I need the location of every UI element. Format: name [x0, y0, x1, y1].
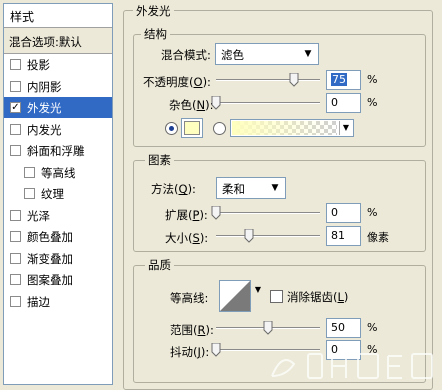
opacity-value: 75 — [331, 73, 347, 86]
style-item-label: 图案叠加 — [27, 273, 73, 287]
style-item-label: 内发光 — [27, 122, 62, 137]
blending-options-item[interactable]: 混合选项:默认 — [4, 28, 112, 54]
chevron-down-icon[interactable]: ▼ — [339, 121, 352, 135]
technique-select[interactable]: 柔和 ▼ — [216, 177, 286, 199]
noise-unit: % — [367, 96, 378, 109]
style-item[interactable]: 斜面和浮雕 — [4, 140, 112, 161]
size-slider[interactable] — [216, 235, 320, 237]
jitter-label: 抖动(J): — [170, 345, 210, 359]
opacity-slider-thumb[interactable] — [289, 72, 299, 87]
style-item[interactable]: 光泽 — [4, 205, 112, 226]
chevron-down-icon: ▼ — [271, 183, 279, 193]
opacity-label: 不透明度(O): — [143, 75, 211, 89]
technique-label: 方法(Q): — [151, 182, 196, 196]
noise-slider[interactable] — [216, 102, 320, 104]
solid-color-radio[interactable] — [165, 122, 178, 135]
style-item-checkbox[interactable] — [10, 252, 21, 264]
structure-title: 结构 — [141, 26, 170, 42]
style-item-label: 渐变叠加 — [27, 251, 73, 266]
style-list-panel: 样式 混合选项:默认 投影内阴影 ✓ 外发光内发光斜面和浮雕等高线纹理光泽颜色叠加渐… — [3, 3, 113, 385]
opacity-input[interactable]: 75 — [326, 70, 361, 90]
style-item[interactable]: 纹理 — [4, 183, 112, 204]
quality-title: 品质 — [145, 257, 174, 273]
style-item-checkbox[interactable] — [10, 295, 21, 307]
style-item[interactable]: 渐变叠加 — [4, 248, 112, 269]
opacity-slider[interactable] — [216, 79, 320, 81]
gradient-preview — [232, 121, 337, 135]
opacity-unit: % — [367, 73, 378, 86]
style-item-checkbox[interactable] — [10, 123, 21, 135]
style-item[interactable]: 图案叠加 — [4, 269, 112, 290]
watermark-logo — [271, 353, 433, 379]
style-item-checkbox[interactable] — [10, 209, 21, 221]
style-item-checkbox[interactable]: ✓ — [10, 102, 21, 113]
styles-header[interactable]: 样式 — [4, 4, 112, 28]
noise-slider-thumb[interactable] — [211, 95, 221, 110]
style-item-label: 描边 — [27, 294, 50, 309]
style-item-label: 外发光 — [27, 101, 62, 115]
size-unit: 像素 — [367, 231, 389, 244]
style-item[interactable]: 等高线 — [4, 162, 112, 183]
spread-label: 扩展(P): — [165, 208, 208, 222]
spread-slider[interactable] — [216, 212, 320, 214]
glow-color-swatch[interactable] — [181, 118, 203, 138]
noise-input[interactable]: 0 — [326, 93, 361, 113]
style-item[interactable]: 内阴影 — [4, 76, 112, 97]
style-item-checkbox[interactable] — [10, 59, 21, 70]
range-slider-thumb[interactable] — [263, 320, 273, 335]
style-item-checkbox[interactable] — [10, 80, 21, 92]
spread-input[interactable]: 0 — [326, 203, 361, 223]
anti-alias-label: 消除锯齿(L) — [287, 290, 349, 304]
style-item-label: 光泽 — [27, 208, 50, 223]
range-label: 范围(R): — [170, 323, 214, 337]
gradient-radio[interactable] — [213, 122, 226, 135]
style-item-checkbox[interactable] — [10, 231, 21, 242]
blend-mode-label: 混合模式: — [161, 48, 211, 62]
style-item-label: 投影 — [27, 58, 50, 72]
style-item[interactable]: 描边 — [4, 291, 112, 312]
style-item-checkbox[interactable] — [24, 166, 35, 178]
style-item[interactable]: 内发光 — [4, 119, 112, 140]
style-item-checkbox[interactable] — [10, 274, 21, 285]
contour-label: 等高线: — [170, 291, 209, 305]
blend-mode-select[interactable]: 滤色 ▼ — [215, 43, 319, 65]
style-item-label: 斜面和浮雕 — [27, 144, 85, 158]
glow-color-fill — [184, 121, 200, 135]
contour-picker[interactable] — [219, 280, 251, 312]
style-item-label: 纹理 — [41, 187, 64, 201]
size-label: 大小(S): — [165, 231, 209, 245]
contour-curve-icon — [220, 281, 250, 311]
size-slider-thumb[interactable] — [244, 228, 254, 243]
range-input[interactable]: 50 — [326, 318, 361, 338]
anti-alias-checkbox[interactable] — [270, 290, 283, 303]
spread-unit: % — [367, 206, 378, 219]
outer-glow-title: 外发光 — [133, 3, 174, 19]
blend-mode-value: 滤色 — [221, 48, 244, 62]
style-item-label: 颜色叠加 — [27, 230, 73, 244]
style-item-label: 内阴影 — [27, 79, 62, 94]
elements-title: 图素 — [145, 152, 174, 168]
technique-value: 柔和 — [222, 182, 245, 196]
size-input[interactable]: 81 — [326, 226, 361, 246]
range-unit: % — [367, 321, 378, 334]
style-item[interactable]: ✓ 外发光 — [4, 97, 112, 118]
style-item[interactable]: 投影 — [4, 54, 112, 75]
noise-label: 杂色(N): — [169, 98, 214, 112]
style-item-checkbox[interactable] — [24, 188, 35, 199]
jitter-slider-thumb[interactable] — [211, 342, 221, 357]
style-item-label: 等高线 — [41, 165, 76, 180]
style-item[interactable]: 颜色叠加 — [4, 226, 112, 247]
style-item-checkbox[interactable] — [10, 145, 21, 156]
spread-slider-thumb[interactable] — [211, 205, 221, 220]
gradient-picker[interactable]: ▼ — [230, 119, 354, 137]
contour-dropdown-button[interactable]: ▼ — [253, 282, 263, 298]
chevron-down-icon: ▼ — [304, 49, 312, 59]
